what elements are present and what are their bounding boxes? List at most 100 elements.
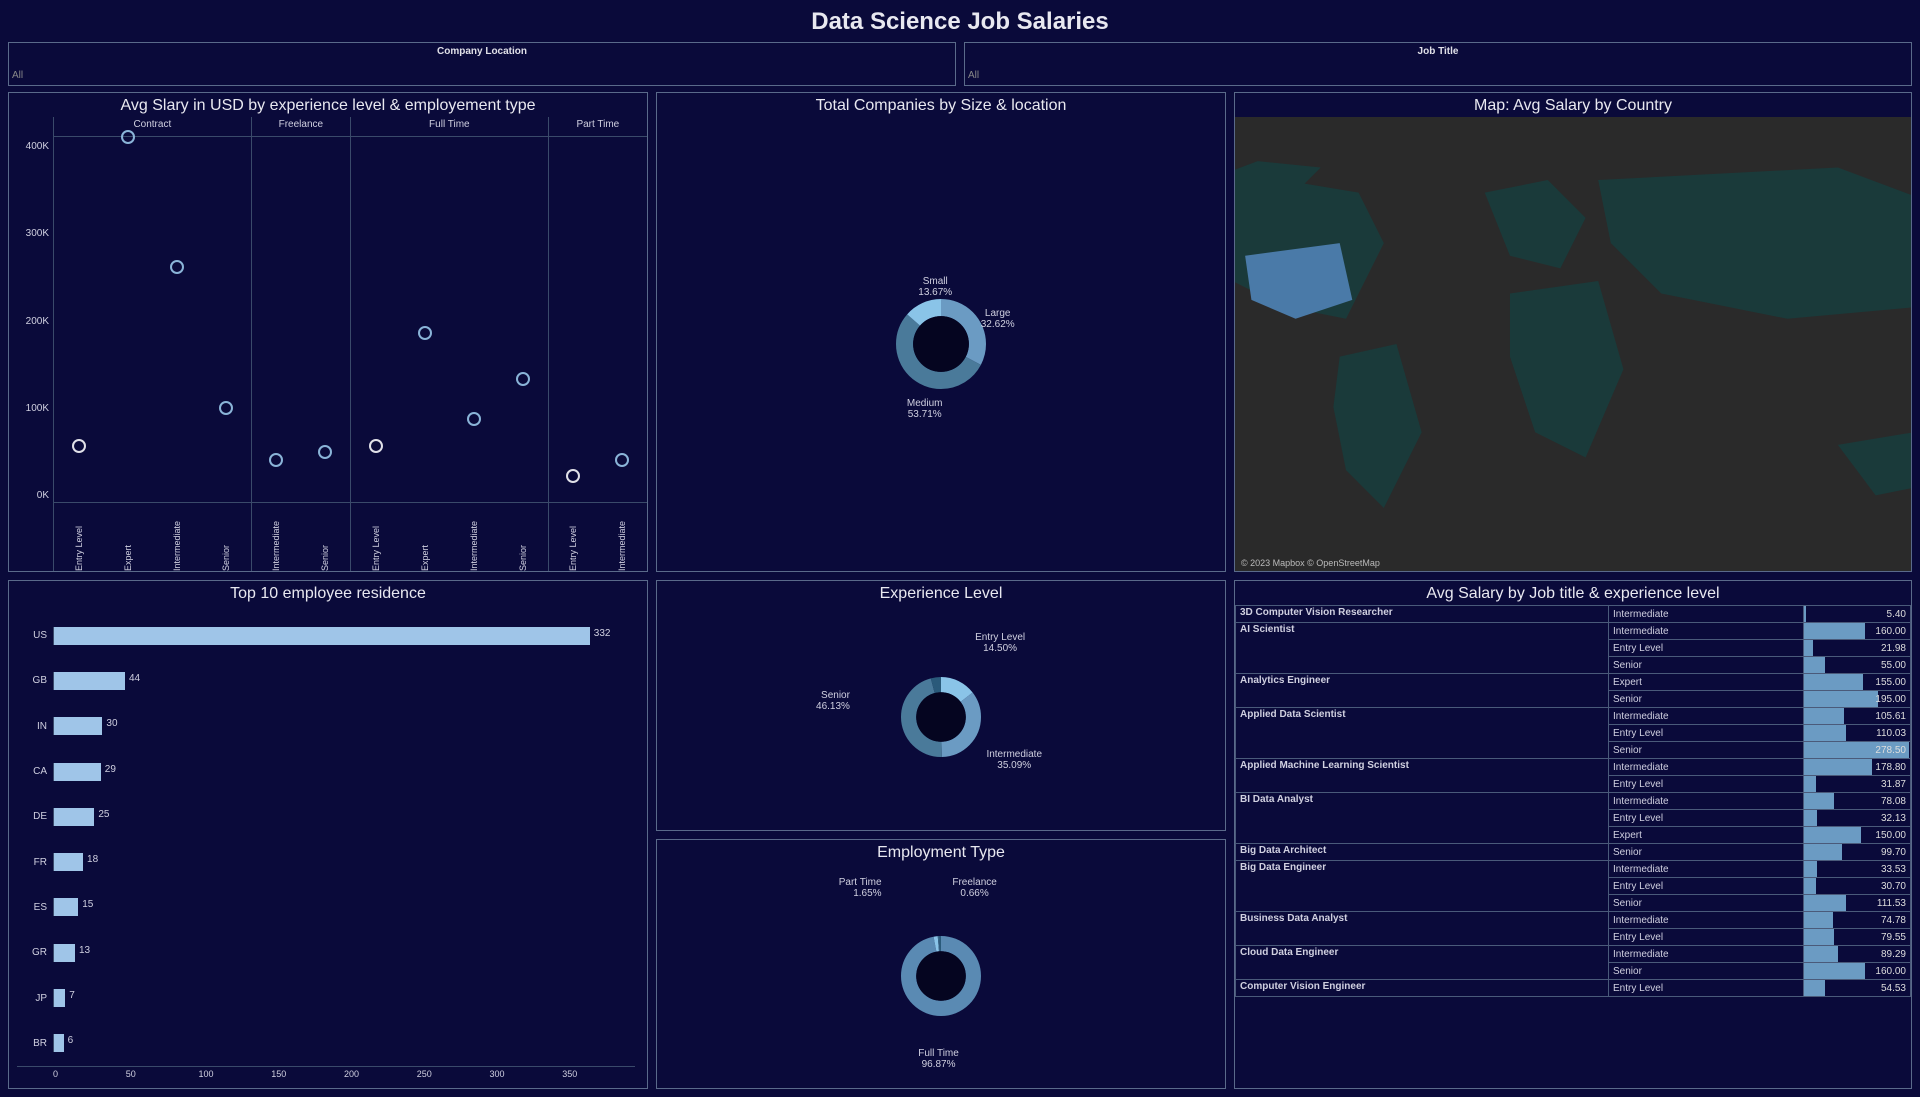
x-tick: Senior: [320, 543, 330, 571]
chart-title: Total Companies by Size & location: [657, 93, 1225, 117]
x-tick: Entry Level: [568, 524, 578, 571]
value-cell: 160.00: [1804, 623, 1911, 640]
level-cell: Intermediate: [1609, 912, 1804, 929]
job-title-cell: AI Scientist: [1236, 623, 1609, 674]
table-row[interactable]: Cloud Data EngineerIntermediate89.29: [1236, 946, 1911, 963]
value-cell: 155.00: [1804, 674, 1911, 691]
level-cell: Senior: [1609, 895, 1804, 912]
table-row[interactable]: AI ScientistIntermediate160.00: [1236, 623, 1911, 640]
level-cell: Entry Level: [1609, 929, 1804, 946]
level-cell: Intermediate: [1609, 793, 1804, 810]
x-tick: 250: [417, 1067, 490, 1084]
table-row[interactable]: Analytics EngineerExpert155.00: [1236, 674, 1911, 691]
level-cell: Expert: [1609, 674, 1804, 691]
value-cell: 30.70: [1804, 878, 1911, 895]
data-point[interactable]: [269, 453, 283, 467]
level-cell: Senior: [1609, 844, 1804, 861]
x-tick: Intermediate: [271, 519, 281, 571]
job-title-cell: Analytics Engineer: [1236, 674, 1609, 708]
bar[interactable]: [54, 808, 94, 826]
value-cell: 79.55: [1804, 929, 1911, 946]
bar[interactable]: [54, 898, 78, 916]
bar[interactable]: [54, 763, 101, 781]
job-title-cell: Big Data Architect: [1236, 844, 1609, 861]
bar-category: CA: [17, 766, 53, 777]
chart-title: Map: Avg Salary by Country: [1235, 93, 1911, 117]
table-row[interactable]: Computer Vision EngineerEntry Level54.53: [1236, 980, 1911, 997]
bar[interactable]: [54, 989, 65, 1007]
table-row[interactable]: Big Data ArchitectSenior99.70: [1236, 844, 1911, 861]
x-tick: Expert: [420, 543, 430, 571]
x-tick: Entry Level: [74, 524, 84, 571]
bar-category: DE: [17, 811, 53, 822]
data-point[interactable]: [467, 412, 481, 426]
y-tick: 400K: [26, 141, 49, 152]
filters-row: Company Location Job Title: [0, 42, 1920, 92]
bar[interactable]: [54, 627, 590, 645]
data-point[interactable]: [418, 326, 432, 340]
filter-company-location[interactable]: Company Location: [8, 42, 956, 86]
data-point[interactable]: [121, 130, 135, 144]
data-point[interactable]: [318, 445, 332, 459]
data-point[interactable]: [170, 260, 184, 274]
table-row[interactable]: BI Data AnalystIntermediate78.08: [1236, 793, 1911, 810]
bar-value: 13: [79, 945, 90, 956]
value-cell: 178.80: [1804, 759, 1911, 776]
donut-label: Senior46.13%: [816, 690, 850, 712]
bar[interactable]: [54, 853, 83, 871]
value-cell: 32.13: [1804, 810, 1911, 827]
value-cell: 54.53: [1804, 980, 1911, 997]
filter-job-title[interactable]: Job Title: [964, 42, 1912, 86]
level-cell: Intermediate: [1609, 946, 1804, 963]
table-row[interactable]: Business Data AnalystIntermediate74.78: [1236, 912, 1911, 929]
donut-label: Full Time96.87%: [918, 1048, 959, 1070]
x-tick: Senior: [518, 543, 528, 571]
x-tick: 350: [562, 1067, 635, 1084]
table-row[interactable]: Applied Machine Learning ScientistInterm…: [1236, 759, 1911, 776]
chart-title: Experience Level: [657, 581, 1225, 605]
bar[interactable]: [54, 717, 102, 735]
chart-title: Top 10 employee residence: [9, 581, 647, 605]
donut-label: Large32.62%: [981, 308, 1015, 330]
level-cell: Intermediate: [1609, 861, 1804, 878]
data-point[interactable]: [369, 439, 383, 453]
job-title-cell: Computer Vision Engineer: [1236, 980, 1609, 997]
bar-value: 332: [594, 628, 611, 639]
x-tick: 200: [344, 1067, 417, 1084]
world-map[interactable]: © 2023 Mapbox © OpenStreetMap: [1235, 117, 1911, 571]
salary-table-scroll[interactable]: 3D Computer Vision ResearcherIntermediat…: [1235, 605, 1911, 1088]
level-cell: Expert: [1609, 827, 1804, 844]
data-point[interactable]: [566, 469, 580, 483]
level-cell: Senior: [1609, 742, 1804, 759]
x-tick: 50: [126, 1067, 199, 1084]
bar-value: 30: [106, 718, 117, 729]
donut-label: Part Time1.65%: [839, 877, 882, 899]
data-point[interactable]: [219, 401, 233, 415]
level-cell: Entry Level: [1609, 810, 1804, 827]
x-tick: 150: [271, 1067, 344, 1084]
facet-header: Full Time: [351, 117, 548, 137]
level-cell: Entry Level: [1609, 878, 1804, 895]
value-cell: 55.00: [1804, 657, 1911, 674]
data-point[interactable]: [72, 439, 86, 453]
table-row[interactable]: Applied Data ScientistIntermediate105.61: [1236, 708, 1911, 725]
card-experience: Experience Level Entry Level14.50%Interm…: [656, 580, 1226, 831]
bar-category: US: [17, 630, 53, 641]
table-row[interactable]: Big Data EngineerIntermediate33.53: [1236, 861, 1911, 878]
bar[interactable]: [54, 672, 125, 690]
bar[interactable]: [54, 1034, 64, 1052]
level-cell: Intermediate: [1609, 606, 1804, 623]
filter-input-location[interactable]: [12, 67, 952, 83]
dashboard-title: Data Science Job Salaries: [0, 0, 1920, 42]
level-cell: Intermediate: [1609, 708, 1804, 725]
value-cell: 74.78: [1804, 912, 1911, 929]
value-cell: 160.00: [1804, 963, 1911, 980]
filter-label: Job Title: [1418, 46, 1459, 57]
data-point[interactable]: [615, 453, 629, 467]
data-point[interactable]: [516, 372, 530, 386]
bar[interactable]: [54, 944, 75, 962]
filter-input-job[interactable]: [968, 67, 1908, 83]
bar-value: 7: [69, 990, 75, 1001]
table-row[interactable]: 3D Computer Vision ResearcherIntermediat…: [1236, 606, 1911, 623]
bar-value: 25: [98, 809, 109, 820]
